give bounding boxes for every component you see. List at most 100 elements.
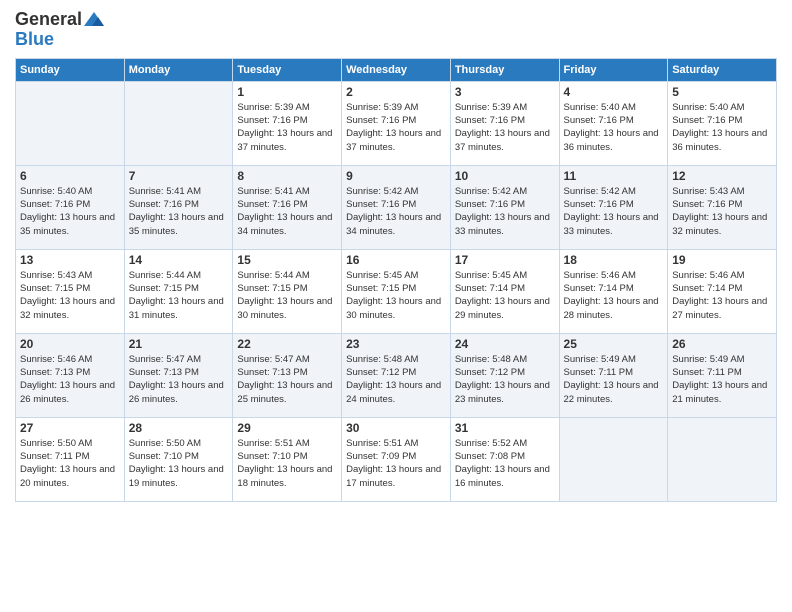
- day-number: 24: [455, 337, 555, 351]
- calendar-day-cell: 3 Sunrise: 5:39 AMSunset: 7:16 PMDaylight…: [450, 81, 559, 165]
- day-number: 3: [455, 85, 555, 99]
- calendar-day-cell: 14 Sunrise: 5:44 AMSunset: 7:15 PMDayligh…: [124, 249, 233, 333]
- day-info: Sunrise: 5:39 AMSunset: 7:16 PMDaylight:…: [455, 101, 555, 154]
- calendar-day-cell: [16, 81, 125, 165]
- day-info: Sunrise: 5:48 AMSunset: 7:12 PMDaylight:…: [455, 353, 555, 406]
- day-info: Sunrise: 5:45 AMSunset: 7:14 PMDaylight:…: [455, 269, 555, 322]
- calendar-day-cell: 25 Sunrise: 5:49 AMSunset: 7:11 PMDayligh…: [559, 333, 668, 417]
- day-info: Sunrise: 5:43 AMSunset: 7:15 PMDaylight:…: [20, 269, 120, 322]
- day-info: Sunrise: 5:50 AMSunset: 7:10 PMDaylight:…: [129, 437, 229, 490]
- calendar-day-cell: 23 Sunrise: 5:48 AMSunset: 7:12 PMDayligh…: [342, 333, 451, 417]
- day-number: 8: [237, 169, 337, 183]
- day-info: Sunrise: 5:51 AMSunset: 7:09 PMDaylight:…: [346, 437, 446, 490]
- day-info: Sunrise: 5:40 AMSunset: 7:16 PMDaylight:…: [564, 101, 664, 154]
- day-number: 4: [564, 85, 664, 99]
- day-number: 23: [346, 337, 446, 351]
- calendar-day-cell: 30 Sunrise: 5:51 AMSunset: 7:09 PMDayligh…: [342, 417, 451, 501]
- calendar-week-row: 27 Sunrise: 5:50 AMSunset: 7:11 PMDayligh…: [16, 417, 777, 501]
- calendar-day-cell: 18Sunrise: 5:46 AMSunset: 7:14 PMDayligh…: [559, 249, 668, 333]
- day-info: Sunrise: 5:42 AMSunset: 7:16 PMDaylight:…: [455, 185, 555, 238]
- calendar-day-cell: [668, 417, 777, 501]
- day-number: 21: [129, 337, 229, 351]
- calendar-week-row: 13Sunrise: 5:43 AMSunset: 7:15 PMDayligh…: [16, 249, 777, 333]
- day-number: 25: [564, 337, 664, 351]
- day-info: Sunrise: 5:44 AMSunset: 7:15 PMDaylight:…: [237, 269, 337, 322]
- day-info: Sunrise: 5:42 AMSunset: 7:16 PMDaylight:…: [346, 185, 446, 238]
- calendar-day-cell: 29 Sunrise: 5:51 AMSunset: 7:10 PMDayligh…: [233, 417, 342, 501]
- day-info: Sunrise: 5:52 AMSunset: 7:08 PMDaylight:…: [455, 437, 555, 490]
- calendar-week-row: 6Sunrise: 5:40 AMSunset: 7:16 PMDaylight…: [16, 165, 777, 249]
- day-number: 9: [346, 169, 446, 183]
- day-info: Sunrise: 5:41 AMSunset: 7:16 PMDaylight:…: [129, 185, 229, 238]
- calendar-day-cell: 15 Sunrise: 5:44 AMSunset: 7:15 PMDayligh…: [233, 249, 342, 333]
- day-info: Sunrise: 5:46 AMSunset: 7:14 PMDaylight:…: [564, 269, 664, 322]
- calendar-day-cell: 19 Sunrise: 5:46 AMSunset: 7:14 PMDayligh…: [668, 249, 777, 333]
- day-info: Sunrise: 5:45 AMSunset: 7:15 PMDaylight:…: [346, 269, 446, 322]
- day-number: 22: [237, 337, 337, 351]
- day-info: Sunrise: 5:41 AMSunset: 7:16 PMDaylight:…: [237, 185, 337, 238]
- day-info: Sunrise: 5:39 AMSunset: 7:16 PMDaylight:…: [237, 101, 337, 154]
- day-info: Sunrise: 5:46 AMSunset: 7:13 PMDaylight:…: [20, 353, 120, 406]
- day-number: 16: [346, 253, 446, 267]
- day-info: Sunrise: 5:48 AMSunset: 7:12 PMDaylight:…: [346, 353, 446, 406]
- calendar-day-cell: 31 Sunrise: 5:52 AMSunset: 7:08 PMDayligh…: [450, 417, 559, 501]
- day-number: 26: [672, 337, 772, 351]
- day-number: 6: [20, 169, 120, 183]
- day-number: 19: [672, 253, 772, 267]
- day-number: 28: [129, 421, 229, 435]
- calendar-day-cell: 7Sunrise: 5:41 AMSunset: 7:16 PMDaylight…: [124, 165, 233, 249]
- day-info: Sunrise: 5:49 AMSunset: 7:11 PMDaylight:…: [564, 353, 664, 406]
- calendar-day-cell: 26Sunrise: 5:49 AMSunset: 7:11 PMDayligh…: [668, 333, 777, 417]
- day-number: 1: [237, 85, 337, 99]
- calendar-day-header: Wednesday: [342, 58, 451, 81]
- calendar-day-cell: 12 Sunrise: 5:43 AMSunset: 7:16 PMDayligh…: [668, 165, 777, 249]
- day-number: 14: [129, 253, 229, 267]
- calendar-day-cell: 9 Sunrise: 5:42 AMSunset: 7:16 PMDaylight…: [342, 165, 451, 249]
- calendar-header-row: SundayMondayTuesdayWednesdayThursdayFrid…: [16, 58, 777, 81]
- calendar-day-cell: 2 Sunrise: 5:39 AMSunset: 7:16 PMDaylight…: [342, 81, 451, 165]
- day-info: Sunrise: 5:43 AMSunset: 7:16 PMDaylight:…: [672, 185, 772, 238]
- day-number: 10: [455, 169, 555, 183]
- calendar-day-cell: 5 Sunrise: 5:40 AMSunset: 7:16 PMDaylight…: [668, 81, 777, 165]
- day-info: Sunrise: 5:50 AMSunset: 7:11 PMDaylight:…: [20, 437, 120, 490]
- calendar-day-cell: 21 Sunrise: 5:47 AMSunset: 7:13 PMDayligh…: [124, 333, 233, 417]
- calendar-day-cell: 8 Sunrise: 5:41 AMSunset: 7:16 PMDaylight…: [233, 165, 342, 249]
- calendar-day-header: Tuesday: [233, 58, 342, 81]
- calendar-day-cell: 17 Sunrise: 5:45 AMSunset: 7:14 PMDayligh…: [450, 249, 559, 333]
- day-number: 29: [237, 421, 337, 435]
- logo-blue: Blue: [15, 29, 54, 49]
- logo: General Blue: [15, 10, 104, 50]
- calendar-week-row: 20 Sunrise: 5:46 AMSunset: 7:13 PMDayligh…: [16, 333, 777, 417]
- calendar-day-cell: 16 Sunrise: 5:45 AMSunset: 7:15 PMDayligh…: [342, 249, 451, 333]
- day-number: 31: [455, 421, 555, 435]
- calendar-day-cell: 24 Sunrise: 5:48 AMSunset: 7:12 PMDayligh…: [450, 333, 559, 417]
- day-info: Sunrise: 5:44 AMSunset: 7:15 PMDaylight:…: [129, 269, 229, 322]
- day-info: Sunrise: 5:46 AMSunset: 7:14 PMDaylight:…: [672, 269, 772, 322]
- day-number: 20: [20, 337, 120, 351]
- day-info: Sunrise: 5:39 AMSunset: 7:16 PMDaylight:…: [346, 101, 446, 154]
- day-info: Sunrise: 5:42 AMSunset: 7:16 PMDaylight:…: [564, 185, 664, 238]
- day-number: 15: [237, 253, 337, 267]
- day-number: 27: [20, 421, 120, 435]
- day-number: 17: [455, 253, 555, 267]
- page-header: General Blue: [15, 10, 777, 50]
- calendar-day-cell: 27 Sunrise: 5:50 AMSunset: 7:11 PMDayligh…: [16, 417, 125, 501]
- day-number: 12: [672, 169, 772, 183]
- calendar-table: SundayMondayTuesdayWednesdayThursdayFrid…: [15, 58, 777, 502]
- calendar-day-cell: 28 Sunrise: 5:50 AMSunset: 7:10 PMDayligh…: [124, 417, 233, 501]
- calendar-day-cell: 13Sunrise: 5:43 AMSunset: 7:15 PMDayligh…: [16, 249, 125, 333]
- calendar-day-cell: 1 Sunrise: 5:39 AMSunset: 7:16 PMDaylight…: [233, 81, 342, 165]
- day-number: 2: [346, 85, 446, 99]
- calendar-day-header: Thursday: [450, 58, 559, 81]
- calendar-day-cell: 10 Sunrise: 5:42 AMSunset: 7:16 PMDayligh…: [450, 165, 559, 249]
- calendar-day-header: Friday: [559, 58, 668, 81]
- calendar-page: General Blue SundayMondayTuesdayWednesda…: [0, 0, 792, 612]
- day-number: 30: [346, 421, 446, 435]
- day-number: 5: [672, 85, 772, 99]
- day-info: Sunrise: 5:47 AMSunset: 7:13 PMDaylight:…: [129, 353, 229, 406]
- logo-general: General: [15, 10, 82, 30]
- calendar-day-cell: 11Sunrise: 5:42 AMSunset: 7:16 PMDayligh…: [559, 165, 668, 249]
- calendar-day-cell: 4 Sunrise: 5:40 AMSunset: 7:16 PMDaylight…: [559, 81, 668, 165]
- day-info: Sunrise: 5:40 AMSunset: 7:16 PMDaylight:…: [672, 101, 772, 154]
- day-info: Sunrise: 5:51 AMSunset: 7:10 PMDaylight:…: [237, 437, 337, 490]
